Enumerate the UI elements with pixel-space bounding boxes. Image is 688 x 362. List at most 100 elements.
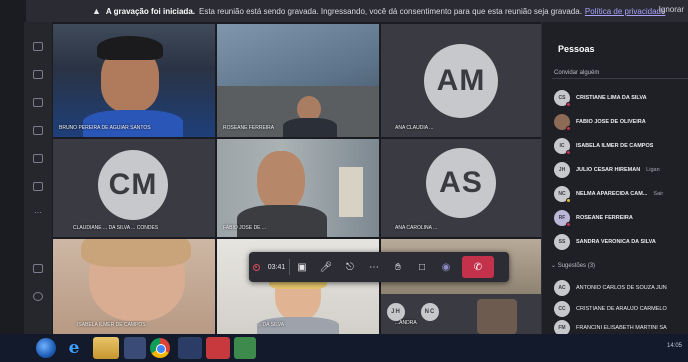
participant-name: NELMA APARECIDA CAM... <box>576 191 648 197</box>
video-tile[interactable]: FABIO JOSE DE ... <box>217 139 379 237</box>
participant-name: ROSEANE FERREIRA <box>223 125 275 131</box>
privacy-policy-link[interactable]: Política de privacidade <box>585 7 666 16</box>
mic-button[interactable]: 🎤︎ <box>314 252 338 282</box>
more-icon: ⋯ <box>34 208 42 217</box>
participant-name: FABIO JOSE DE OLIVEIRA <box>576 119 646 125</box>
participant-avatar: RF <box>554 210 571 227</box>
participant-row[interactable]: FABIO JOSE DE OLIVEIRA <box>554 114 688 131</box>
record-icon <box>252 263 260 271</box>
suggestions-header[interactable]: ⌄ Sugestões (3) <box>551 262 595 269</box>
participant-status-text: Ligan <box>646 167 660 173</box>
participant-status-text: Sair <box>653 191 664 197</box>
invite-someone-input[interactable]: Convidar alguém <box>554 70 599 76</box>
chat-icon <box>33 70 43 79</box>
participant-row[interactable]: JH JULIO CESAR HIREMAN Ligan <box>554 162 688 178</box>
chrome-icon[interactable] <box>150 338 170 358</box>
chat-icon: □ <box>418 261 426 273</box>
participant-name: ISABELA ILMER DE CAMPOS <box>77 322 146 328</box>
microphone-icon: 🎤︎ <box>319 261 333 273</box>
participant-avatar: CS <box>554 90 571 107</box>
participant-avatar: NC <box>421 303 439 321</box>
hang-up-button[interactable]: ✆ <box>462 256 494 278</box>
status-icon <box>566 198 571 203</box>
rail-teams[interactable] <box>27 96 49 118</box>
participant-avatar: CM <box>98 150 168 220</box>
recording-title: A gravação foi iniciada. <box>105 6 195 16</box>
bell-icon <box>33 42 43 51</box>
rail-help[interactable] <box>27 290 49 312</box>
app-rail: ⋯ <box>24 22 52 334</box>
suggestion-row[interactable]: FM FRANCINI ELISABETH MARTINI SA <box>554 320 688 336</box>
participant-avatar: JH <box>554 162 570 178</box>
rail-files[interactable] <box>27 180 49 202</box>
share-button[interactable]: ⎋ <box>338 252 362 282</box>
start-button[interactable] <box>36 338 56 358</box>
participant-name: FABIO JOSE DE ... <box>223 225 267 231</box>
recording-timer: 03:41 <box>249 263 289 271</box>
recording-message: Esta reunião está sendo gravada. Ingress… <box>199 6 582 16</box>
taskbar-app-icon[interactable] <box>178 337 202 359</box>
suggestion-row[interactable]: CC CRISTIANE DE ARAUJO CARMELO <box>554 301 688 317</box>
taskbar-app-icon[interactable] <box>234 337 256 359</box>
participant-name: ANTONIO CARLOS DE SOUZA JUN <box>576 285 667 291</box>
share-screen-icon: ⎋ <box>346 261 354 273</box>
phone-icon <box>33 154 43 163</box>
participant-row[interactable]: CS CRISTIANE LIMA DA SILVA <box>554 90 688 107</box>
rail-calls[interactable] <box>27 152 49 174</box>
internet-explorer-icon[interactable]: e <box>64 337 84 359</box>
participant-avatar: JH <box>387 303 405 321</box>
rail-chat[interactable] <box>27 68 49 90</box>
rail-apps[interactable] <box>27 262 49 284</box>
participant-row[interactable]: SS SANDRA VERONICA DA SILVA <box>554 234 688 250</box>
camera-icon: ▣ <box>297 261 307 273</box>
video-tile[interactable]: ROSEANE FERREIRA <box>217 24 379 137</box>
dismiss-button[interactable]: Ignorar <box>659 5 684 14</box>
system-clock: 14:05 <box>666 343 682 349</box>
rail-more[interactable]: ⋯ <box>27 208 49 230</box>
people-panel: Pessoas Convidar alguém CS CRISTIANE LIM… <box>541 22 688 336</box>
chat-button[interactable]: □ <box>410 252 434 282</box>
camera-button[interactable]: ▣ <box>290 252 314 282</box>
rail-calendar[interactable] <box>27 124 49 146</box>
status-icon <box>566 150 571 155</box>
file-explorer-icon[interactable] <box>93 337 119 359</box>
self-preview[interactable] <box>477 299 517 334</box>
raise-hand-button[interactable]: ✋︎ <box>386 252 410 282</box>
video-tile[interactable]: CM CLAUDIANE ... DA SILVA ... CONDES <box>53 139 215 237</box>
participant-row[interactable]: RF ROSEANE FERREIRA <box>554 210 688 227</box>
media-player-icon[interactable] <box>124 337 146 359</box>
participant-name: ANA CAROLINA ... <box>395 225 438 231</box>
help-icon <box>33 292 43 301</box>
participant-avatar: SS <box>554 234 570 250</box>
participant-video <box>257 151 305 211</box>
apps-icon <box>33 264 43 273</box>
participant-name: CLAUDIANE ... DA SILVA ... CONDES <box>73 225 159 231</box>
status-icon <box>566 102 571 107</box>
participant-name: ...ANDRA <box>395 320 417 326</box>
suggestion-row[interactable]: AC ANTONIO CARLOS DE SOUZA JUN <box>554 280 688 296</box>
video-tile[interactable]: AM ANA CLAUDIA ... <box>381 24 541 137</box>
status-icon <box>566 126 571 131</box>
participant-name: CRISTIANE DE ARAUJO CARMELO <box>576 306 667 312</box>
status-icon <box>566 222 571 227</box>
video-tile[interactable]: ISABELA ILMER DE CAMPOS <box>53 239 215 334</box>
participant-name: ... DA SILVA <box>257 322 285 328</box>
rail-activity[interactable] <box>27 40 49 62</box>
video-tile[interactable]: BRUNO PEREIRA DE AGUIAR SANTOS <box>53 24 215 137</box>
file-icon <box>33 182 43 191</box>
participant-name: ANA CLAUDIA ... <box>395 125 434 131</box>
warning-icon: ▲ <box>92 6 101 16</box>
more-actions-button[interactable]: ⋯ <box>362 252 386 282</box>
hand-icon: ✋︎ <box>395 261 401 273</box>
participant-name: ISABELA ILMER DE CAMPOS <box>576 143 654 149</box>
video-tile[interactable]: AS ANA CAROLINA ... <box>381 139 541 237</box>
participant-avatar: NC <box>554 186 571 203</box>
participant-avatar: IC <box>554 138 571 155</box>
participant-row[interactable]: NC NELMA APARECIDA CAM... Sair <box>554 186 688 203</box>
participants-button[interactable]: ◉ <box>434 252 458 282</box>
participant-row[interactable]: IC ISABELA ILMER DE CAMPOS <box>554 138 688 155</box>
taskbar-app-icon[interactable] <box>206 337 230 359</box>
people-icon: ◉ <box>441 261 451 273</box>
panel-title: Pessoas <box>558 44 595 54</box>
chevron-down-icon: ⌄ <box>551 263 558 269</box>
